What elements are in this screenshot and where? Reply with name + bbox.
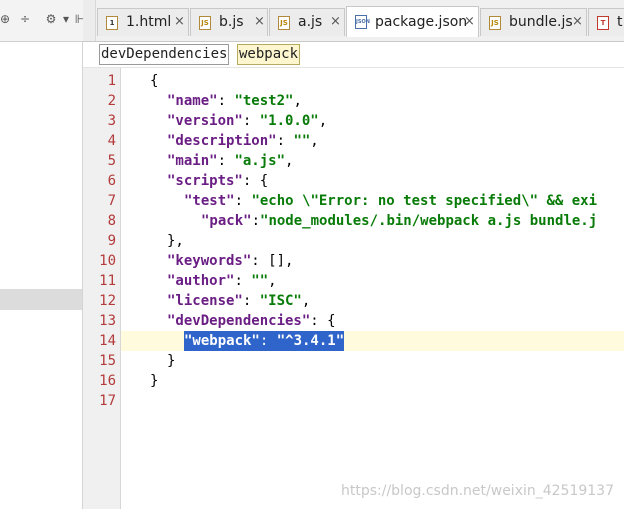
collapse-icon[interactable]: ÷ bbox=[18, 12, 32, 26]
code-line: "keywords": [], bbox=[167, 253, 294, 269]
tab-label: t bbox=[617, 14, 623, 30]
json-key: "description" bbox=[167, 133, 277, 149]
line-number: 4 bbox=[107, 133, 116, 149]
json-key: "devDependencies" bbox=[167, 313, 311, 329]
line-number: 15 bbox=[99, 353, 116, 369]
json-key: "keywords" bbox=[167, 253, 252, 269]
gear-icon[interactable]: ⚙ bbox=[44, 12, 58, 26]
code-line: { bbox=[121, 71, 624, 91]
line-number: 17 bbox=[99, 393, 116, 409]
line-number: 12 bbox=[99, 293, 116, 309]
line-number: 16 bbox=[99, 373, 116, 389]
line-number: 6 bbox=[107, 173, 116, 189]
tab-bundle-js[interactable]: JS bundle.js × bbox=[480, 8, 587, 36]
line-number: 9 bbox=[107, 233, 116, 249]
line-number: 11 bbox=[99, 273, 116, 289]
code-line: "scripts": { bbox=[167, 173, 269, 189]
code-line: "devDependencies": { bbox=[167, 313, 336, 329]
line-number: 13 bbox=[99, 313, 116, 329]
code-line: } bbox=[121, 371, 624, 391]
code-editor[interactable]: { "name": "test2", "version": "1.0.0", "… bbox=[121, 68, 624, 509]
json-key: "license" bbox=[167, 293, 243, 309]
json-key: "webpack" bbox=[184, 333, 260, 349]
code-line: "license": "ISC", bbox=[167, 293, 311, 309]
tab-b-js[interactable]: JS b.js × bbox=[190, 8, 268, 36]
line-number: 1 bbox=[107, 73, 116, 89]
code-line: "pack":"node_modules/.bin/webpack a.js b… bbox=[201, 213, 598, 229]
json-file-icon: JSON bbox=[355, 15, 370, 29]
brace: }, bbox=[167, 233, 184, 249]
breadcrumb: devDependencies webpack bbox=[83, 42, 624, 68]
text-file-icon: T bbox=[597, 16, 609, 30]
tab-label: bundle.js bbox=[509, 14, 573, 30]
tab-t[interactable]: T t bbox=[588, 8, 624, 36]
brace: { bbox=[150, 73, 159, 89]
code-line: "main": "a.js", bbox=[167, 153, 294, 169]
code-line: "version": "1.0.0", bbox=[167, 113, 328, 129]
json-key: "author" bbox=[167, 273, 235, 289]
tab-bar-left-edge bbox=[83, 0, 96, 41]
line-number: 14 bbox=[99, 333, 116, 349]
tab-package-json[interactable]: JSON package.json × bbox=[346, 6, 479, 37]
json-string: "" bbox=[251, 273, 269, 289]
json-string: "echo \"Error: no test specified\" && ex… bbox=[251, 193, 598, 209]
project-tree-selected-row[interactable] bbox=[0, 289, 82, 310]
json-string: "" bbox=[293, 133, 311, 149]
json-string: "1.0.0" bbox=[259, 113, 319, 129]
code-line: "author": "", bbox=[167, 273, 277, 289]
code-line: "test": "echo \"Error: no test specified… bbox=[184, 193, 598, 209]
tab-a-js[interactable]: JS a.js × bbox=[269, 8, 345, 36]
breadcrumb-item-devdependencies[interactable]: devDependencies bbox=[99, 44, 230, 65]
json-key: "test" bbox=[184, 193, 235, 209]
project-toolbar: ⊕ ÷ ⚙ ▾ ⊩ bbox=[0, 0, 85, 42]
tab-label: b.js bbox=[219, 14, 244, 30]
json-string: "a.js" bbox=[234, 153, 286, 169]
line-number: 2 bbox=[107, 93, 116, 109]
json-key: "main" bbox=[167, 153, 218, 169]
json-string: "^3.4.1" bbox=[276, 333, 345, 349]
line-number: 3 bbox=[107, 113, 116, 129]
code-line: }, bbox=[121, 231, 624, 251]
code-line: "name": "test2", bbox=[167, 93, 302, 109]
breadcrumb-item-webpack[interactable]: webpack bbox=[237, 44, 301, 65]
tab-1-html[interactable]: 1 1.html × bbox=[97, 8, 189, 36]
json-key: "pack" bbox=[201, 213, 252, 229]
project-panel: ⊕ ÷ ⚙ ▾ ⊩ bbox=[0, 0, 85, 509]
brace: } bbox=[150, 373, 159, 389]
tab-label: 1.html bbox=[126, 14, 172, 30]
watermark: https://blog.csdn.net/weixin_42519137 bbox=[340, 483, 614, 499]
close-icon[interactable]: × bbox=[330, 14, 341, 29]
close-icon[interactable]: × bbox=[464, 14, 475, 29]
selected-text[interactable]: "webpack": "^3.4.1" bbox=[184, 331, 345, 351]
json-string: "node_modules/.bin/webpack a.js bundle.j bbox=[260, 213, 598, 229]
brace: } bbox=[167, 353, 176, 369]
html-file-icon: 1 bbox=[106, 16, 118, 30]
js-file-icon: JS bbox=[278, 16, 290, 30]
line-number: 10 bbox=[99, 253, 116, 269]
tab-label: a.js bbox=[298, 14, 323, 30]
json-string: "ISC" bbox=[259, 293, 302, 309]
tab-label: package.json bbox=[375, 14, 468, 30]
target-icon[interactable]: ⊕ bbox=[0, 12, 12, 26]
js-file-icon: JS bbox=[489, 16, 501, 30]
chevron-down-icon[interactable]: ▾ bbox=[62, 12, 70, 26]
code-line: } bbox=[121, 351, 624, 371]
line-number: 8 bbox=[107, 213, 116, 229]
json-key: "scripts" bbox=[167, 173, 243, 189]
close-icon[interactable]: × bbox=[254, 14, 265, 29]
close-icon[interactable]: × bbox=[174, 14, 185, 29]
json-string: "test2" bbox=[234, 93, 294, 109]
line-number: 5 bbox=[107, 153, 116, 169]
json-key: "version" bbox=[167, 113, 243, 129]
code-line: "description": "", bbox=[167, 133, 319, 149]
editor-tab-bar: 1 1.html × JS b.js × JS a.js × JSON pack… bbox=[83, 0, 624, 42]
close-icon[interactable]: × bbox=[572, 14, 583, 29]
json-key: "name" bbox=[167, 93, 218, 109]
code-line-current: "webpack": "^3.4.1" bbox=[121, 331, 624, 351]
js-file-icon: JS bbox=[199, 16, 211, 30]
json-value: [], bbox=[268, 253, 294, 269]
line-number: 7 bbox=[107, 193, 116, 209]
